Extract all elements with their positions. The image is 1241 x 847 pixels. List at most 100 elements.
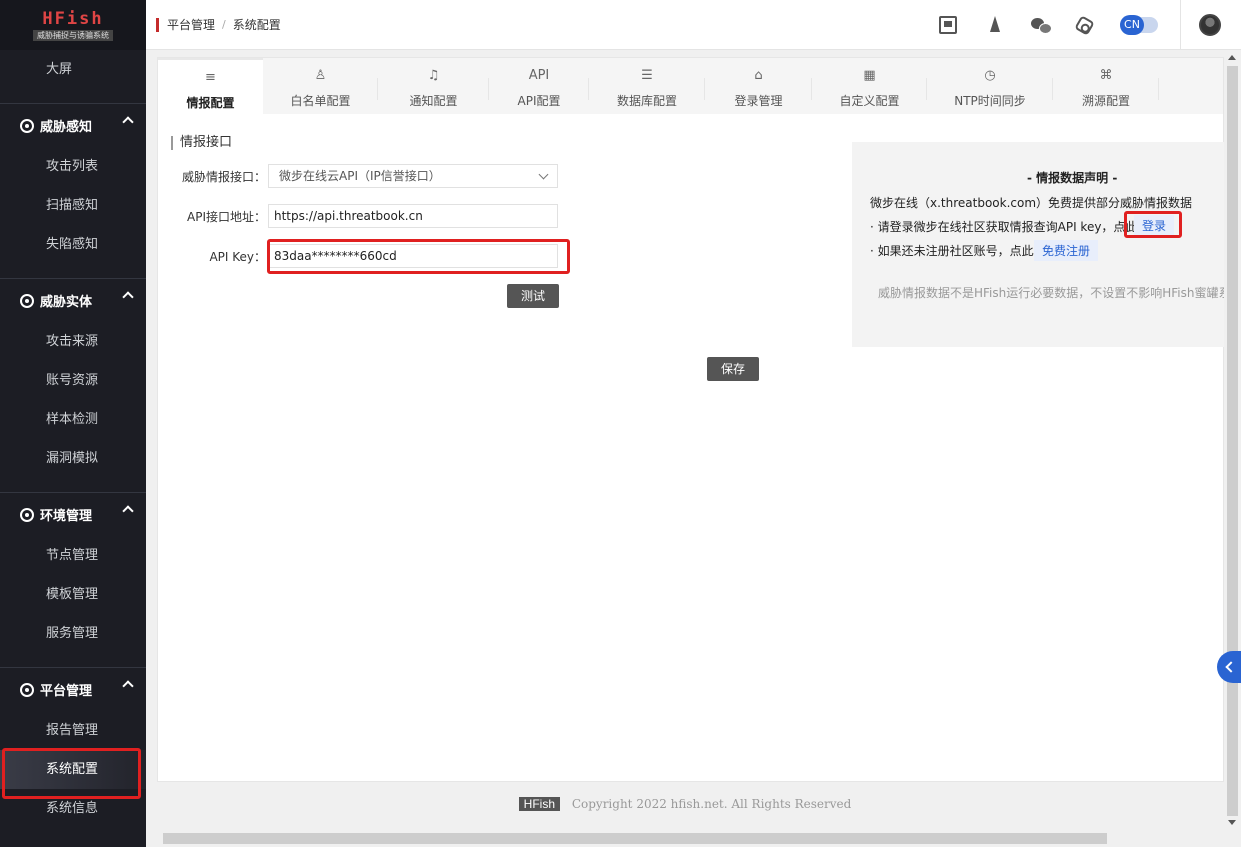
settings-hex-icon[interactable] — [1074, 14, 1095, 36]
wechat-icon[interactable] — [1031, 16, 1052, 34]
database-icon: ☰ — [641, 68, 653, 83]
collapse-handle-icon[interactable] — [1217, 651, 1241, 683]
sidebar-item-scan-perception[interactable]: 扫描感知 — [0, 186, 146, 225]
api-key-input[interactable]: 83daa********660cd — [268, 244, 558, 268]
notice-line-3: · 如果还未注册社区账号，点此 — [870, 244, 1034, 258]
language-label: CN — [1120, 15, 1144, 35]
sidebar-item-dashboard[interactable]: 大屏 — [0, 50, 146, 89]
avatar[interactable] — [1199, 14, 1221, 36]
scroll-thumb[interactable] — [1227, 66, 1238, 816]
copyright-text: Copyright 2022 hfish.net. All Rights Res… — [571, 797, 852, 811]
sidebar-item-account-resource[interactable]: 账号资源 — [0, 361, 146, 400]
sidebar-item-template-management[interactable]: 模板管理 — [0, 575, 146, 614]
sidebar-item-attack-source[interactable]: 攻击来源 — [0, 322, 146, 361]
sidebar-item-system-config[interactable]: 系统配置 — [0, 750, 146, 789]
sidebar-item-vuln-simulation[interactable]: 漏洞模拟 — [0, 439, 146, 478]
top-bar: 平台管理 / 系统配置 CN — [146, 0, 1241, 50]
monitor-icon: ⌂ — [754, 68, 763, 83]
breadcrumb-current: 系统配置 — [232, 18, 281, 32]
sidebar-item-system-info[interactable]: 系统信息 — [0, 789, 146, 828]
wrench-icon — [20, 682, 34, 697]
sidebar-group-environment[interactable]: 环境管理 — [0, 492, 146, 536]
tab-label: 自定义配置 — [839, 94, 900, 108]
scroll-thumb[interactable] — [163, 833, 1107, 844]
tab-trace-config[interactable]: ⌘ 溯源配置 — [1053, 58, 1159, 114]
sidebar-group-threat-perception[interactable]: 威胁感知 — [0, 103, 146, 147]
save-button[interactable]: 保存 — [707, 357, 759, 381]
test-button[interactable]: 测试 — [507, 284, 559, 308]
sidebar-item-compromise-perception[interactable]: 失陷感知 — [0, 225, 146, 264]
chevron-down-icon — [538, 169, 549, 180]
rocket-icon[interactable] — [985, 16, 1003, 34]
logo-title: HFish — [42, 9, 104, 29]
tab-label: 数据库配置 — [616, 94, 677, 108]
form-row-interface: 威胁情报接口： 微步在线云API（IP信誉接口） — [158, 164, 558, 188]
intel-notice-panel: - 情报数据声明 - 微步在线（x.threatbook.com）免费提供部分威… — [852, 142, 1241, 347]
api-key-label: API Key： — [209, 249, 266, 264]
tab-api-config[interactable]: API API配置 — [489, 58, 589, 114]
tab-label: 白名单配置 — [290, 94, 351, 108]
sidebar-item-service-management[interactable]: 服务管理 — [0, 614, 146, 653]
clock-icon: ◷ — [984, 68, 996, 83]
api-url-input[interactable]: https://api.threatbook.cn — [268, 204, 558, 228]
register-link[interactable]: 免费注册 — [1034, 240, 1099, 261]
sidebar-group-label: 威胁感知 — [40, 120, 93, 135]
scroll-up-icon[interactable] — [1228, 55, 1236, 60]
notice-line-2: · 请登录微步在线社区获取情报查询API key，点此 — [870, 220, 1138, 234]
chevron-up-icon — [122, 291, 134, 303]
tab-label: NTP时间同步 — [954, 94, 1026, 108]
horizontal-scrollbar[interactable] — [146, 830, 1224, 847]
sidebar-group-threat-entity[interactable]: 威胁实体 — [0, 278, 146, 322]
chevron-up-icon — [122, 505, 134, 517]
form-row-api-key: API Key： 83daa********660cd — [158, 244, 558, 268]
user-icon: ♙ — [314, 68, 327, 83]
tab-ntp-sync[interactable]: ◷ NTP时间同步 — [927, 58, 1053, 114]
interface-select-value: 微步在线云API（IP信誉接口） — [279, 169, 441, 183]
logo-subtitle: 威胁捕捉与诱骗系统 — [33, 30, 113, 41]
api-url-label: API接口地址： — [187, 209, 266, 224]
form-row-api-url: API接口地址： https://api.threatbook.cn — [158, 204, 558, 228]
notice-note: 威胁情报数据不是HFish运行必要数据，不设置不影响HFish蜜罐系统 — [878, 286, 1241, 300]
grid-icon: ▦ — [863, 68, 876, 83]
sidebar-item-node-management[interactable]: 节点管理 — [0, 536, 146, 575]
sidebar-item-report-management[interactable]: 报告管理 — [0, 711, 146, 750]
bell-icon: ♫ — [427, 68, 440, 83]
book-icon[interactable] — [939, 16, 957, 34]
vertical-scrollbar[interactable] — [1224, 50, 1241, 830]
interface-label: 威胁情报接口： — [181, 169, 266, 184]
logo[interactable]: HFish 威胁捕捉与诱骗系统 — [0, 0, 146, 50]
section-title: 情报接口 — [171, 136, 232, 150]
sidebar-item-sample-detection[interactable]: 样本检测 — [0, 400, 146, 439]
chevron-up-icon — [122, 116, 134, 128]
tab-bar: ≡ 情报配置 ♙ 白名单配置 ♫ 通知配置 API API配置 ☰ 数据库配置 … — [158, 58, 1223, 114]
tab-notify-config[interactable]: ♫ 通知配置 — [378, 58, 489, 114]
tab-login-management[interactable]: ⌂ 登录管理 — [705, 58, 812, 114]
tab-label: 情报配置 — [186, 96, 235, 110]
api-icon: API — [528, 68, 550, 83]
environment-icon — [20, 507, 34, 522]
tab-intel-config[interactable]: ≡ 情报配置 — [158, 58, 263, 114]
login-link[interactable]: 登录 — [1134, 215, 1175, 236]
scroll-down-icon[interactable] — [1228, 820, 1236, 825]
tab-label: API配置 — [517, 94, 561, 108]
interface-select[interactable]: 微步在线云API（IP信誉接口） — [268, 164, 558, 188]
tab-custom-config[interactable]: ▦ 自定义配置 — [812, 58, 927, 114]
shield-icon — [20, 293, 34, 308]
sidebar-group-platform[interactable]: 平台管理 — [0, 667, 146, 711]
sidebar-group-label: 威胁实体 — [40, 295, 93, 310]
main-panel: ≡ 情报配置 ♙ 白名单配置 ♫ 通知配置 API API配置 ☰ 数据库配置 … — [157, 57, 1241, 782]
chevron-up-icon — [122, 680, 134, 692]
sidebar-group-label: 环境管理 — [40, 509, 93, 524]
breadcrumb-separator: / — [222, 18, 226, 31]
network-icon: ⌘ — [1099, 68, 1113, 83]
sidebar: HFish 威胁捕捉与诱骗系统 大屏 威胁感知 攻击列表 扫描感知 失陷感知 威… — [0, 0, 146, 847]
sidebar-item-attack-list[interactable]: 攻击列表 — [0, 147, 146, 186]
language-toggle[interactable]: CN — [1120, 15, 1158, 35]
tab-label: 溯源配置 — [1081, 94, 1130, 108]
footer-logo: HFish — [518, 797, 560, 811]
tab-whitelist-config[interactable]: ♙ 白名单配置 — [263, 58, 378, 114]
document-icon: ≡ — [205, 70, 216, 85]
tab-database-config[interactable]: ☰ 数据库配置 — [589, 58, 705, 114]
breadcrumb-marker — [156, 17, 159, 32]
breadcrumb-parent[interactable]: 平台管理 — [167, 16, 215, 33]
